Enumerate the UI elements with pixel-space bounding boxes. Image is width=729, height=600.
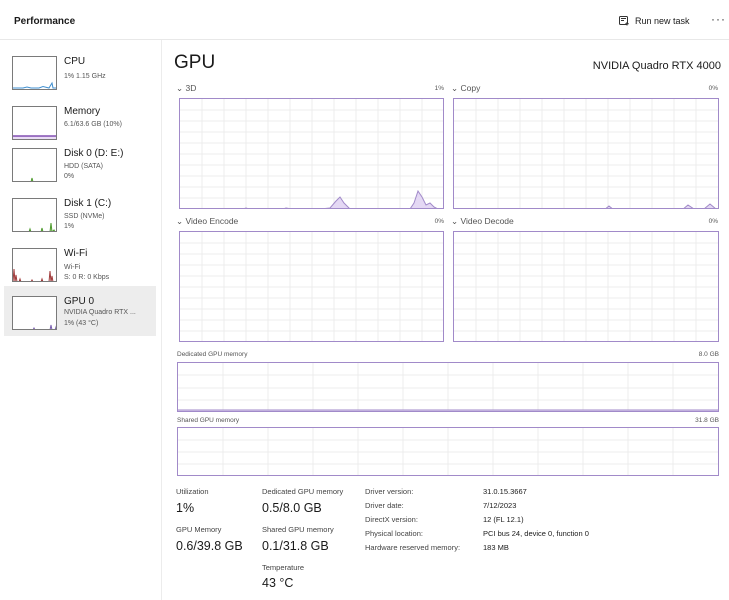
- sidebar-item-detail: 1% (43 °C): [64, 320, 99, 327]
- info-value: 12 (FL 12.1): [483, 515, 524, 524]
- sidebar-item-detail: HDD (SATA): [64, 163, 104, 170]
- utilization-label: Utilization: [176, 487, 209, 496]
- shared-gpu-memory-label: Shared GPU memory: [262, 525, 334, 534]
- sidebar-item-detail: 6.1/63.6 GB (10%): [64, 121, 122, 128]
- graph-video-decode: [453, 231, 719, 342]
- chevron-down-icon: ⌄: [451, 216, 459, 226]
- disk-1-thumbnail: [12, 198, 57, 232]
- engine-percent: 0%: [708, 85, 718, 92]
- sidebar-item-detail: Wi-Fi: [64, 264, 81, 271]
- chevron-down-icon: ⌄: [176, 83, 184, 93]
- title-bar: Performance Run new task ···: [0, 0, 729, 40]
- gpu-memory-label: GPU Memory: [176, 525, 222, 534]
- page-title: Performance: [14, 16, 76, 27]
- dedicated-gpu-memory-value: 0.5/8.0 GB: [262, 501, 322, 515]
- sidebar-item-detail: 0%: [64, 173, 75, 180]
- sidebar-item-gpu-0[interactable]: GPU 0 NVIDIA Quadro RTX ... 1% (43 °C): [4, 286, 156, 336]
- engine-selector-copy[interactable]: ⌄ Copy: [451, 83, 480, 94]
- graph-3d: [179, 98, 444, 209]
- info-key: Physical location:: [365, 529, 423, 538]
- sidebar-item-label: Wi-Fi: [64, 248, 88, 259]
- sidebar-item-label: GPU 0: [64, 296, 95, 307]
- sidebar-item-detail: SSD (NVMe): [64, 213, 105, 220]
- engine-label: Video Encode: [185, 216, 239, 226]
- sidebar-item-disk-1[interactable]: Disk 1 (C:) SSD (NVMe) 1%: [4, 188, 156, 238]
- sidebar-item-cpu[interactable]: CPU 1% 1.15 GHz: [4, 46, 156, 96]
- sidebar-item-label: Disk 1 (C:): [64, 198, 112, 209]
- sidebar: CPU 1% 1.15 GHz Memory 6.1/63.6 GB (10%)…: [0, 40, 162, 600]
- info-value: 31.0.15.3667: [483, 487, 527, 496]
- dedicated-memory-graph: [177, 362, 719, 412]
- shared-gpu-memory-value: 0.1/31.8 GB: [262, 539, 329, 553]
- chevron-down-icon: ⌄: [176, 216, 184, 226]
- sidebar-item-detail: 1% 1.15 GHz: [64, 73, 106, 80]
- utilization-value: 1%: [176, 501, 195, 515]
- dedicated-memory-max: 8.0 GB: [698, 351, 719, 358]
- engine-selector-video-decode[interactable]: ⌄ Video Decode: [451, 216, 514, 227]
- info-key: DirectX version:: [365, 515, 418, 524]
- engine-selector-3d[interactable]: ⌄ 3D: [176, 83, 196, 94]
- info-key: Driver date:: [365, 501, 404, 510]
- graph-video-encode: [179, 231, 444, 342]
- engine-label: 3D: [185, 83, 197, 93]
- gpu-memory-value: 0.6/39.8 GB: [176, 539, 243, 553]
- chevron-down-icon: ⌄: [451, 83, 459, 93]
- run-task-icon: [619, 15, 630, 28]
- temperature-label: Temperature: [262, 563, 305, 572]
- more-options-button[interactable]: ···: [711, 12, 726, 26]
- engine-selector-video-encode[interactable]: ⌄ Video Encode: [176, 216, 238, 227]
- graph-copy: [453, 98, 719, 209]
- memory-thumbnail: [12, 106, 57, 140]
- gpu-details-panel: GPU NVIDIA Quadro RTX 4000 ⌄ 3D 1% ⌄ Cop…: [162, 40, 729, 600]
- info-key: Hardware reserved memory:: [365, 543, 461, 552]
- sidebar-item-detail: S: 0 R: 0 Kbps: [64, 274, 110, 281]
- sidebar-item-detail: NVIDIA Quadro RTX ...: [64, 309, 136, 316]
- sidebar-item-label: Memory: [64, 106, 101, 117]
- engine-percent: 0%: [434, 218, 444, 225]
- engine-label: Video Decode: [460, 216, 514, 226]
- shared-memory-label: Shared GPU memory: [177, 417, 240, 424]
- sidebar-item-wifi[interactable]: Wi-Fi Wi-Fi S: 0 R: 0 Kbps: [4, 238, 156, 288]
- shared-memory-max: 31.8 GB: [695, 417, 719, 424]
- engine-percent: 0%: [708, 218, 718, 225]
- gpu-0-thumbnail: [12, 296, 57, 330]
- dedicated-memory-label: Dedicated GPU memory: [177, 351, 248, 358]
- info-value: 183 MB: [483, 543, 509, 552]
- sidebar-item-detail: 1%: [64, 223, 75, 230]
- run-new-task-button[interactable]: Run new task: [619, 13, 690, 29]
- wifi-thumbnail: [12, 248, 57, 282]
- cpu-thumbnail: [12, 56, 57, 90]
- sidebar-item-label: CPU: [64, 56, 86, 67]
- engine-percent: 1%: [434, 85, 444, 92]
- shared-memory-graph: [177, 427, 719, 476]
- disk-0-thumbnail: [12, 148, 57, 182]
- gpu-model-name: NVIDIA Quadro RTX 4000: [592, 60, 721, 72]
- info-key: Driver version:: [365, 487, 414, 496]
- info-value: 7/12/2023: [483, 501, 517, 510]
- sidebar-item-label: Disk 0 (D: E:): [64, 148, 124, 159]
- dedicated-gpu-memory-label: Dedicated GPU memory: [262, 487, 344, 496]
- run-new-task-label: Run new task: [635, 16, 690, 26]
- sidebar-item-disk-0[interactable]: Disk 0 (D: E:) HDD (SATA) 0%: [4, 138, 156, 188]
- info-value: PCI bus 24, device 0, function 0: [483, 529, 589, 538]
- temperature-value: 43 °C: [262, 576, 294, 590]
- gpu-heading: GPU: [174, 52, 216, 73]
- engine-label: Copy: [460, 83, 481, 93]
